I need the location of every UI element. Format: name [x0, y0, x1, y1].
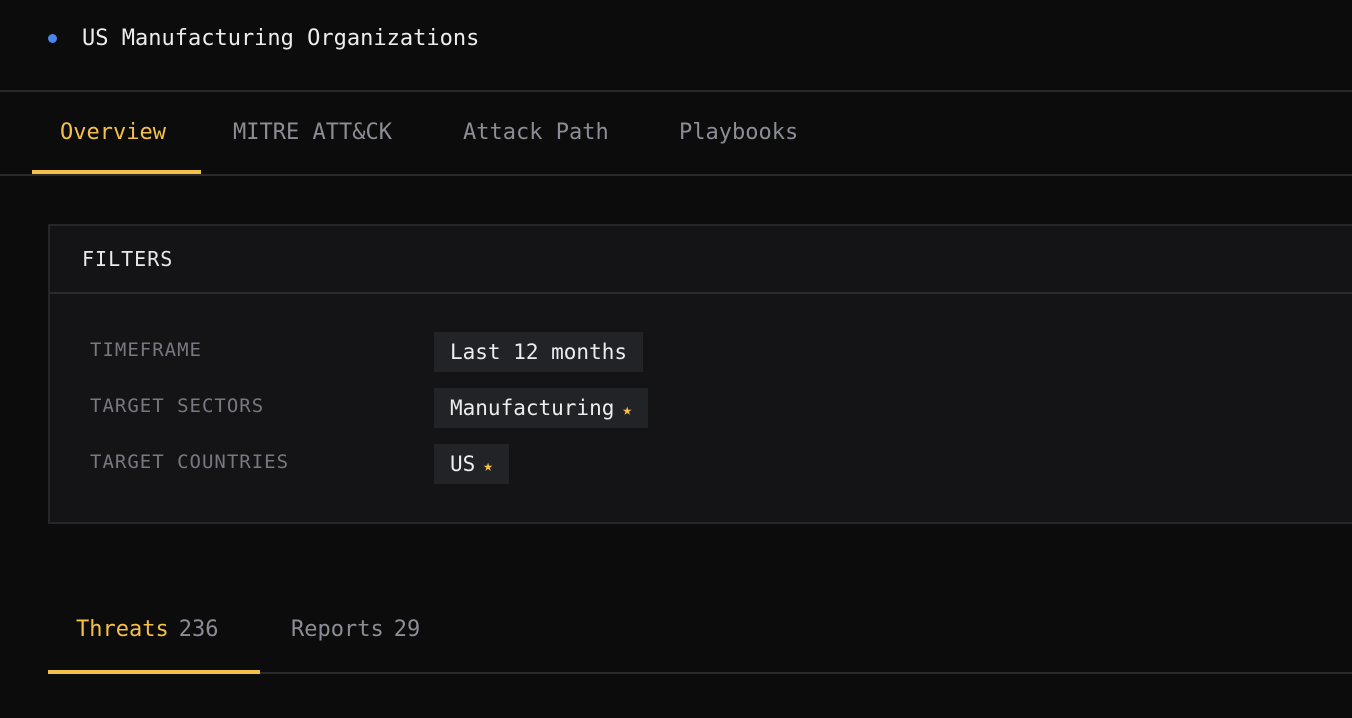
filter-chip-target-countries[interactable]: US ★: [434, 444, 509, 484]
filters-panel: FILTERS TIMEFRAME Last 12 months TARGET …: [48, 224, 1352, 524]
filter-chip-value: Manufacturing: [450, 396, 615, 420]
tab-reports-label: Reports: [291, 617, 384, 642]
active-subtab-indicator: [48, 670, 260, 674]
status-dot-icon: [48, 34, 57, 43]
tab-reports-count: 29: [393, 617, 421, 642]
filter-chip-target-sectors[interactable]: Manufacturing ★: [434, 388, 649, 428]
page-header: US Manufacturing Organizations: [0, 0, 1352, 92]
tab-threats-label: Threats: [76, 617, 169, 642]
star-icon: ★: [483, 456, 493, 475]
filter-chip-value: US: [450, 452, 476, 476]
filters-header: FILTERS: [50, 226, 1352, 294]
tab-overview[interactable]: Overview: [60, 92, 166, 174]
filters-title: FILTERS: [82, 247, 174, 271]
tab-attack-path[interactable]: Attack Path: [463, 92, 609, 174]
results-tabs: Threats 236 Reports 29: [48, 590, 1352, 674]
tab-reports[interactable]: Reports 29: [291, 590, 420, 672]
star-icon: ★: [622, 400, 633, 419]
filter-label-target-countries: TARGET COUNTRIES: [90, 451, 290, 473]
tab-mitre-attack[interactable]: MITRE ATT&CK: [233, 92, 392, 174]
main-tabs: Overview MITRE ATT&CK Attack Path Playbo…: [0, 92, 1352, 176]
filter-chip-value: Last 12 months: [450, 340, 628, 364]
app-root: US Manufacturing Organizations Overview …: [0, 0, 1352, 718]
filter-label-timeframe: TIMEFRAME: [90, 339, 202, 361]
tab-threats[interactable]: Threats 236: [76, 590, 218, 672]
active-tab-indicator: [32, 170, 201, 174]
filter-chip-timeframe[interactable]: Last 12 months: [434, 332, 644, 372]
filter-label-target-sectors: TARGET SECTORS: [90, 395, 265, 417]
page-title: US Manufacturing Organizations: [82, 26, 480, 51]
tab-playbooks[interactable]: Playbooks: [679, 92, 798, 174]
tab-threats-count: 236: [178, 617, 219, 642]
